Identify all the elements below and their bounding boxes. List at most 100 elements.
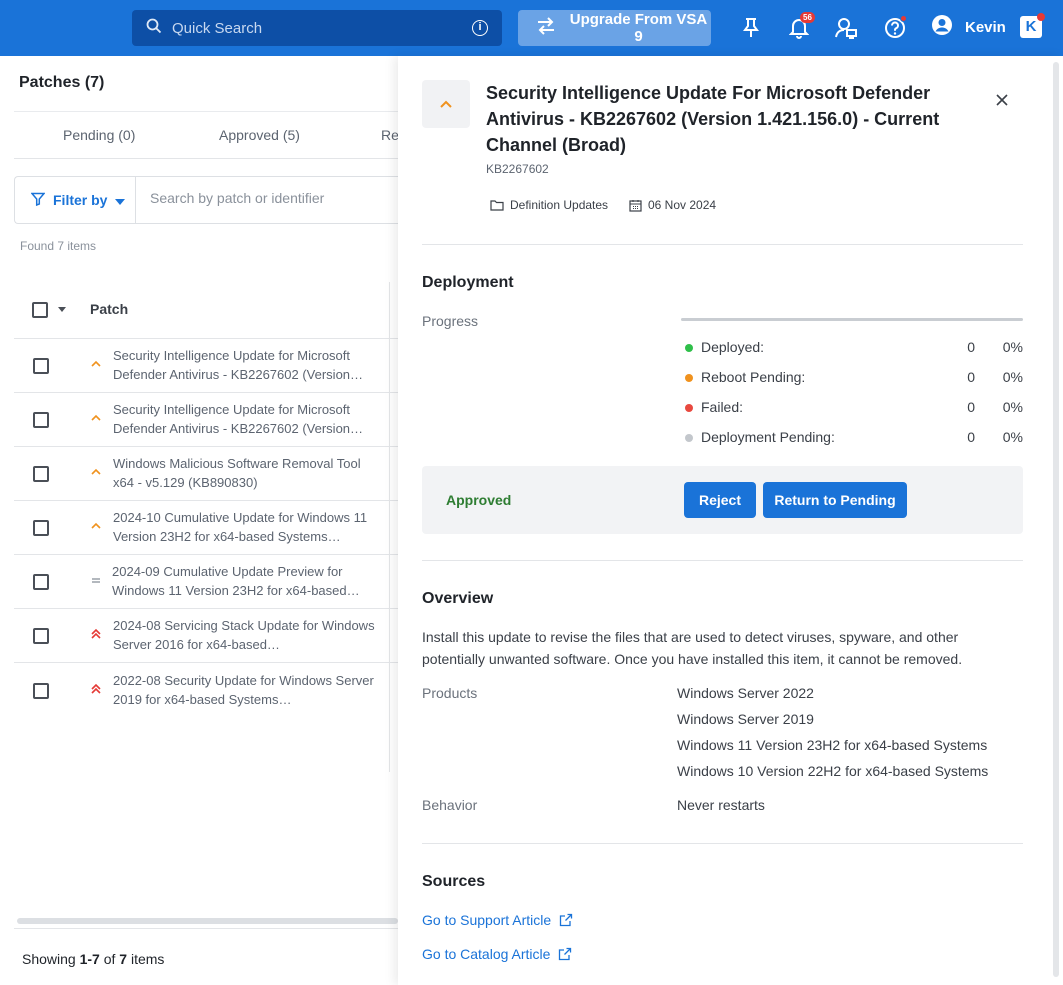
divider <box>422 843 1023 844</box>
patch-name: 2024-10 Cumulative Update for Windows 11… <box>113 510 368 544</box>
category-label: Definition Updates <box>510 198 609 212</box>
row-checkbox[interactable] <box>33 683 49 699</box>
stat-reboot-pending: Reboot Pending: 0 0% <box>685 368 1023 388</box>
support-article-label: Go to Support Article <box>422 912 552 928</box>
filter-by-button[interactable]: Filter by <box>15 177 136 223</box>
row-checkbox[interactable] <box>33 466 49 482</box>
table-row[interactable]: 2024-08 Servicing Stack Update for Windo… <box>14 609 398 663</box>
date-label: 06 Nov 2024 <box>648 198 717 212</box>
patch-name: 2024-09 Cumulative Update Preview for Wi… <box>112 564 360 598</box>
collapse-button[interactable] <box>422 80 470 128</box>
table-row[interactable]: 2024-10 Cumulative Update for Windows 11… <box>14 501 398 555</box>
stat-percent: 0% <box>1002 399 1023 415</box>
deployed-status-dot <box>685 344 693 352</box>
user-name: Kevin <box>965 18 1006 36</box>
remote-support-icon[interactable] <box>832 14 860 42</box>
showing-range: 1-7 <box>79 951 100 967</box>
priority-low-icon <box>92 578 100 583</box>
close-icon[interactable] <box>994 92 1010 108</box>
row-checkbox[interactable] <box>33 358 49 374</box>
product-item: Windows Server 2022 <box>677 685 814 701</box>
filter-bar: Filter by <box>14 176 398 224</box>
priority-medium-icon <box>91 522 101 529</box>
swap-icon <box>536 17 556 39</box>
pin-icon[interactable] <box>737 14 765 42</box>
filter-by-label: Filter by <box>53 192 108 208</box>
behavior-label: Behavior <box>422 797 478 813</box>
return-to-pending-button[interactable]: Return to Pending <box>763 482 907 518</box>
progress-label: Progress <box>422 313 479 329</box>
brand-letter: K <box>1025 18 1037 35</box>
tab-approved[interactable]: Approved (5) <box>219 127 300 143</box>
brand-alert-dot <box>1037 13 1045 21</box>
stat-count: 0 <box>967 399 975 415</box>
stat-percent: 0% <box>1002 339 1023 355</box>
table-row[interactable]: Security Intelligence Update for Microso… <box>14 393 398 447</box>
notifications-bell-icon[interactable]: 56 <box>785 12 815 42</box>
catalog-article-label: Go to Catalog Article <box>422 946 551 962</box>
approval-status: Approved <box>446 492 512 508</box>
patch-kb: KB2267602 <box>486 162 549 176</box>
select-all-checkbox[interactable] <box>32 302 48 318</box>
patch-title: Security Intelligence Update For Microso… <box>486 83 940 155</box>
column-header-patch[interactable]: Patch <box>90 301 128 317</box>
support-article-link[interactable]: Go to Support Article <box>422 912 573 928</box>
top-bar: i Upgrade From VSA 9 56 Kevin K <box>0 0 1063 56</box>
calendar-icon <box>629 199 642 212</box>
stat-label: Deployment Pending: <box>701 429 835 445</box>
row-checkbox[interactable] <box>33 574 49 590</box>
patch-date: 06 Nov 2024 <box>629 198 716 212</box>
vertical-scrollbar[interactable] <box>1053 62 1059 977</box>
chevron-up-icon <box>440 100 452 108</box>
stat-deployment-pending: Deployment Pending: 0 0% <box>685 428 1023 448</box>
row-checkbox[interactable] <box>33 412 49 428</box>
catalog-article-link[interactable]: Go to Catalog Article <box>422 946 572 962</box>
overview-heading: Overview <box>422 590 494 607</box>
product-item: Windows 10 Version 22H2 for x64-based Sy… <box>677 763 989 779</box>
deployment-pending-status-dot <box>685 434 693 442</box>
external-link-icon <box>560 913 573 927</box>
horizontal-scrollbar[interactable] <box>17 918 398 924</box>
stat-count: 0 <box>967 429 975 445</box>
select-options-chevron-icon[interactable] <box>58 307 66 312</box>
quick-search-input[interactable] <box>172 19 452 37</box>
user-menu[interactable]: Kevin <box>931 14 1006 40</box>
reject-button[interactable]: Reject <box>684 482 756 518</box>
priority-high-icon <box>91 628 101 639</box>
stat-percent: 0% <box>1002 429 1023 445</box>
stat-label: Failed: <box>701 399 744 415</box>
reboot-pending-status-dot <box>685 374 693 382</box>
priority-medium-icon <box>91 468 101 475</box>
stat-count: 0 <box>967 369 975 385</box>
user-avatar-icon <box>931 14 953 40</box>
upgrade-button[interactable]: Upgrade From VSA 9 <box>518 10 711 46</box>
help-icon[interactable] <box>881 14 909 42</box>
kaseya-logo[interactable]: K <box>1020 13 1045 38</box>
showing-prefix: Showing <box>22 951 80 967</box>
table-row[interactable]: Security Intelligence Update for Microso… <box>14 339 398 393</box>
results-count: Found 7 items <box>20 239 97 253</box>
stat-label: Deployed: <box>701 339 765 355</box>
patch-search-input[interactable] <box>150 190 390 206</box>
folder-icon <box>490 200 504 211</box>
table-row[interactable]: Windows Malicious Software Removal Tool … <box>14 447 398 501</box>
tab-pending[interactable]: Pending (0) <box>63 127 135 143</box>
priority-medium-icon <box>91 360 101 367</box>
quick-search-box[interactable]: i <box>132 10 502 46</box>
row-checkbox[interactable] <box>33 628 49 644</box>
tab-rejected[interactable]: Re <box>381 127 399 143</box>
table-row[interactable]: 2024-09 Cumulative Update Preview for Wi… <box>14 555 398 609</box>
stat-percent: 0% <box>1002 369 1023 385</box>
divider <box>422 244 1023 245</box>
row-checkbox[interactable] <box>33 520 49 536</box>
patch-name: Security Intelligence Update for Microso… <box>113 402 364 436</box>
patch-name: 2024-08 Servicing Stack Update for Windo… <box>113 618 375 652</box>
table-row[interactable]: 2022-08 Security Update for Windows Serv… <box>14 663 398 717</box>
divider <box>422 560 1023 561</box>
product-item: Windows 11 Version 23H2 for x64-based Sy… <box>677 737 988 753</box>
info-icon[interactable]: i <box>472 20 488 36</box>
approval-status-box: Approved Reject Return to Pending <box>422 466 1023 534</box>
patch-name: 2022-08 Security Update for Windows Serv… <box>113 673 374 707</box>
failed-status-dot <box>685 404 693 412</box>
priority-medium-icon <box>91 414 101 421</box>
